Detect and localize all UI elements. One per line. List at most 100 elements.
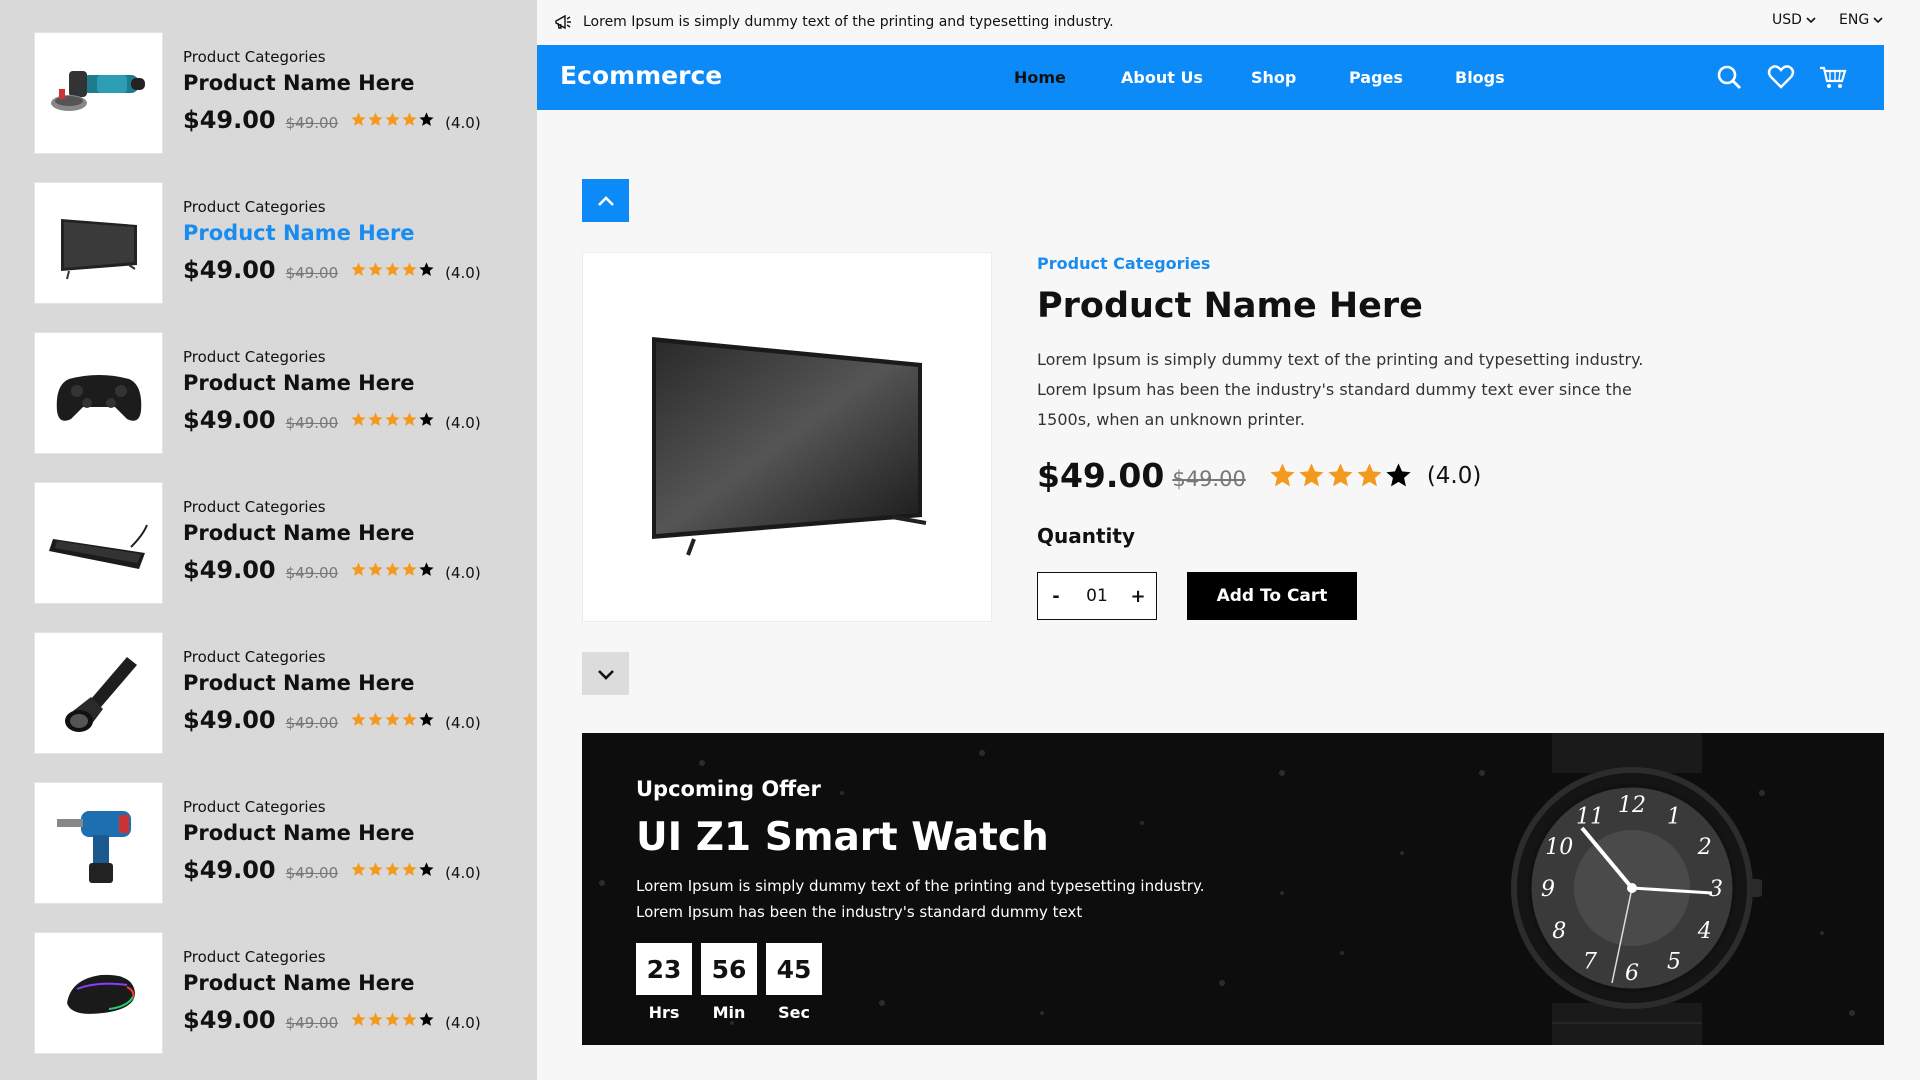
product-category: Product Categories xyxy=(183,348,326,366)
banner-eyebrow: Upcoming Offer xyxy=(636,777,821,801)
brand-logo[interactable]: Ecommerce xyxy=(560,61,722,90)
star-filled-icon xyxy=(368,1012,383,1026)
star-filled-icon xyxy=(402,412,417,426)
search-icon xyxy=(1717,65,1741,89)
countdown-value: 45 xyxy=(766,943,822,995)
star-rating xyxy=(350,411,435,428)
watch-hour-numeral: 4 xyxy=(1697,919,1712,944)
scroll-down-button[interactable] xyxy=(582,652,629,695)
chevron-down-icon xyxy=(1806,17,1816,24)
cart-button[interactable] xyxy=(1818,62,1848,92)
nav-link-blogs[interactable]: Blogs xyxy=(1455,68,1505,87)
rating-value: (4.0) xyxy=(445,864,481,882)
rating-value: (4.0) xyxy=(445,564,481,582)
sidebar-product-item[interactable]: Product Categories Product Name Here $49… xyxy=(34,32,514,154)
old-price: $49.00 xyxy=(285,714,339,732)
price-row: $49.00 $49.00 (4.0) xyxy=(183,106,481,134)
product-category: Product Categories xyxy=(183,198,326,216)
sidebar-product-item[interactable]: Product Categories Product Name Here $49… xyxy=(34,332,514,454)
price-row: $49.00 $49.00 (4.0) xyxy=(183,406,481,434)
star-filled-icon xyxy=(385,712,400,726)
star-filled-icon xyxy=(368,412,383,426)
quantity-value[interactable]: 01 xyxy=(1086,586,1108,606)
product-name[interactable]: Product Name Here xyxy=(183,371,415,395)
star-empty-icon xyxy=(419,262,434,276)
sidebar-product-item[interactable]: Product Categories Product Name Here $49… xyxy=(34,782,514,904)
product-thumbnail[interactable] xyxy=(34,332,163,454)
sidebar-product-item[interactable]: Product Categories Product Name Here $49… xyxy=(34,182,514,304)
announcement-bar: Lorem Ipsum is simply dummy text of the … xyxy=(537,0,1920,44)
sidebar-product-item[interactable]: Product Categories Product Name Here $49… xyxy=(34,932,514,1054)
watch-image: 12 12 3 45 6 78 9 1011 xyxy=(1511,733,1762,1045)
star-filled-icon xyxy=(368,262,383,276)
sidebar-product-item[interactable]: Product Categories Product Name Here $49… xyxy=(34,632,514,754)
product-thumbnail[interactable] xyxy=(34,182,163,304)
drill-icon xyxy=(56,811,131,883)
nav-link-about-us[interactable]: About Us xyxy=(1121,68,1203,87)
scroll-up-button[interactable] xyxy=(582,179,629,222)
star-filled-icon xyxy=(368,112,383,126)
product-category[interactable]: Product Categories xyxy=(1037,254,1210,273)
product-name[interactable]: Product Name Here xyxy=(183,71,415,95)
nav-link-home[interactable]: Home xyxy=(1014,68,1066,87)
star-rating xyxy=(350,111,435,128)
product-thumbnail[interactable] xyxy=(34,932,163,1054)
star-rating xyxy=(1268,461,1413,490)
countdown-value: 23 xyxy=(636,943,692,995)
product-sidebar: Product Categories Product Name Here $49… xyxy=(0,0,537,1080)
star-filled-icon xyxy=(351,862,366,876)
star-rating xyxy=(350,561,435,578)
product-price: $49.00 xyxy=(183,406,276,434)
price-row: $49.00 $49.00 (4.0) xyxy=(183,256,481,284)
star-empty-icon xyxy=(419,562,434,576)
product-name[interactable]: Product Name Here xyxy=(183,221,415,245)
add-to-cart-button[interactable]: Add To Cart xyxy=(1187,572,1357,620)
product-name[interactable]: Product Name Here xyxy=(183,521,415,545)
watch-hour-numeral: 10 xyxy=(1545,835,1573,860)
star-filled-icon xyxy=(385,112,400,126)
decrement-button[interactable]: - xyxy=(1048,586,1064,607)
currency-selector[interactable]: USD xyxy=(1772,12,1816,28)
rating-value: (4.0) xyxy=(445,1014,481,1032)
product-thumbnail[interactable] xyxy=(34,632,163,754)
product-name[interactable]: Product Name Here xyxy=(183,821,415,845)
product-name[interactable]: Product Name Here xyxy=(183,971,415,995)
watch-hour-numeral: 7 xyxy=(1583,950,1597,975)
product-thumbnail[interactable] xyxy=(34,482,163,604)
wishlist-button[interactable] xyxy=(1766,62,1796,92)
countdown-hours: 23 Hrs xyxy=(636,943,692,1022)
product-price: $49.00 xyxy=(183,106,276,134)
star-filled-icon xyxy=(402,262,417,276)
price-row: $49.00 $49.00 (4.0) xyxy=(183,706,481,734)
star-empty-icon xyxy=(419,712,434,726)
star-filled-icon xyxy=(385,412,400,426)
watch-hour-numeral: 9 xyxy=(1541,877,1555,902)
product-main-image xyxy=(582,252,992,622)
product-category: Product Categories xyxy=(183,498,326,516)
star-filled-icon xyxy=(402,1012,417,1026)
sidebar-product-item[interactable]: Product Categories Product Name Here $49… xyxy=(34,482,514,604)
product-price: $49.00 xyxy=(1037,456,1165,495)
nav-link-pages[interactable]: Pages xyxy=(1349,68,1403,87)
star-filled-icon xyxy=(402,712,417,726)
star-filled-icon xyxy=(368,862,383,876)
banner-description: Lorem Ipsum is simply dummy text of the … xyxy=(636,877,1205,921)
countdown-seconds: 45 Sec xyxy=(766,943,822,1022)
currency-value: USD xyxy=(1772,12,1802,28)
product-name[interactable]: Product Name Here xyxy=(183,671,415,695)
star-empty-icon xyxy=(419,1012,434,1026)
language-selector[interactable]: ENG xyxy=(1839,12,1883,28)
product-description: Lorem Ipsum is simply dummy text of the … xyxy=(1037,350,1644,429)
star-empty-icon xyxy=(1386,463,1411,487)
increment-button[interactable]: + xyxy=(1130,586,1146,607)
product-thumbnail[interactable] xyxy=(34,32,163,154)
heart-icon xyxy=(1767,65,1795,89)
product-thumbnail[interactable] xyxy=(34,782,163,904)
watch-hour-numeral: 1 xyxy=(1667,804,1681,829)
cart-icon xyxy=(1820,66,1847,88)
star-rating xyxy=(350,1011,435,1028)
language-value: ENG xyxy=(1839,12,1870,28)
star-rating xyxy=(350,861,435,878)
nav-link-shop[interactable]: Shop xyxy=(1251,68,1296,87)
search-button[interactable] xyxy=(1714,62,1744,92)
